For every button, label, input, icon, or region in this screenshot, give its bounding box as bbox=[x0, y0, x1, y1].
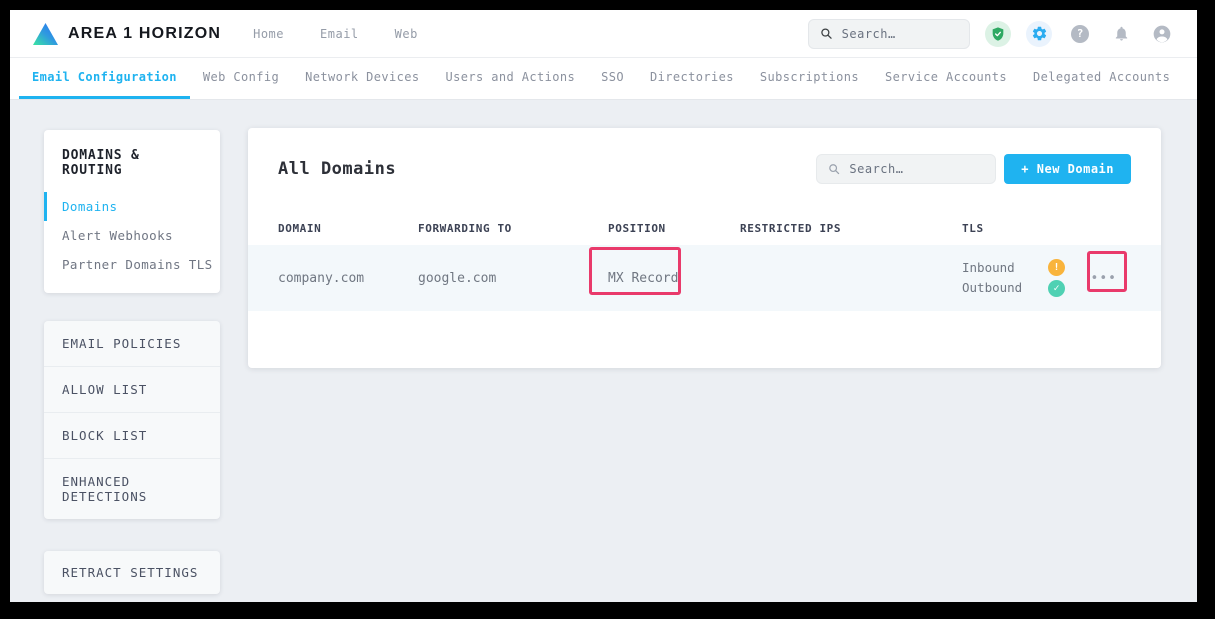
sidebar-item-email-policies[interactable]: EMAIL POLICIES bbox=[44, 321, 220, 367]
global-search-input[interactable] bbox=[842, 27, 958, 41]
content-area: DOMAINS & ROUTING Domains Alert Webhooks… bbox=[10, 100, 1197, 601]
new-domain-button[interactable]: + New Domain bbox=[1004, 154, 1131, 184]
sidebar-item-retract-settings[interactable]: RETRACT SETTINGS bbox=[44, 551, 220, 594]
tls-inbound-warning-icon: ! bbox=[1048, 259, 1065, 276]
row-actions-menu-button[interactable]: ••• bbox=[1091, 271, 1117, 286]
panel-header: All Domains + New Domain bbox=[248, 128, 1161, 184]
help-icon: ? bbox=[1071, 25, 1089, 43]
security-status-button[interactable] bbox=[985, 21, 1011, 47]
table-row: company.com google.com MX Record Inbound… bbox=[248, 245, 1161, 311]
global-search bbox=[808, 19, 970, 49]
shield-check-icon bbox=[990, 26, 1006, 42]
tls-labels: Inbound Outbound bbox=[962, 258, 1046, 298]
tls-status-icons: ! ✓ bbox=[1048, 259, 1065, 297]
page-title: All Domains bbox=[278, 159, 396, 179]
tab-users-and-actions[interactable]: Users and Actions bbox=[433, 58, 589, 99]
table-header: DOMAIN FORWARDING TO POSITION RESTRICTED… bbox=[248, 222, 1161, 235]
domains-routing-title: DOMAINS & ROUTING bbox=[44, 148, 220, 178]
column-header-domain: DOMAIN bbox=[278, 222, 418, 235]
domains-routing-card: DOMAINS & ROUTING Domains Alert Webhooks… bbox=[44, 130, 220, 293]
domain-search-input[interactable] bbox=[849, 162, 984, 176]
tab-web-config[interactable]: Web Config bbox=[190, 58, 292, 99]
nav-item-web[interactable]: Web bbox=[395, 27, 418, 41]
top-nav: Home Email Web bbox=[253, 27, 418, 41]
app-window: AREA 1 HORIZON Home Email Web bbox=[10, 10, 1197, 602]
nav-item-email[interactable]: Email bbox=[320, 27, 359, 41]
sidebar-item-block-list[interactable]: BLOCK LIST bbox=[44, 413, 220, 459]
all-domains-panel: All Domains + New Domain DOMAIN FORWARDI… bbox=[248, 128, 1161, 368]
column-header-forwarding-to: FORWARDING TO bbox=[418, 222, 608, 235]
brand: AREA 1 HORIZON bbox=[32, 22, 221, 46]
tab-email-configuration[interactable]: Email Configuration bbox=[19, 58, 190, 99]
column-header-restricted-ips: RESTRICTED IPS bbox=[740, 222, 962, 235]
sidebar-item-enhanced-detections[interactable]: ENHANCED DETECTIONS bbox=[44, 459, 220, 519]
help-button[interactable]: ? bbox=[1067, 21, 1093, 47]
account-button[interactable] bbox=[1149, 21, 1175, 47]
tls-outbound-ok-icon: ✓ bbox=[1048, 280, 1065, 297]
column-header-tls: TLS bbox=[962, 222, 1161, 235]
logo-triangle-icon bbox=[32, 22, 59, 46]
tls-inbound-label: Inbound bbox=[962, 258, 1046, 278]
sidebar: DOMAINS & ROUTING Domains Alert Webhooks… bbox=[44, 130, 220, 594]
notifications-button[interactable] bbox=[1108, 21, 1134, 47]
topbar-actions: ? bbox=[808, 19, 1175, 49]
tab-network-devices[interactable]: Network Devices bbox=[292, 58, 432, 99]
notifications-bell-icon bbox=[1113, 25, 1130, 42]
cell-position: MX Record bbox=[608, 271, 740, 286]
column-header-position: POSITION bbox=[608, 222, 740, 235]
tab-subscriptions[interactable]: Subscriptions bbox=[747, 58, 872, 99]
nav-item-home[interactable]: Home bbox=[253, 27, 284, 41]
tab-directories[interactable]: Directories bbox=[637, 58, 747, 99]
tab-service-accounts[interactable]: Service Accounts bbox=[872, 58, 1020, 99]
tls-outbound-label: Outbound bbox=[962, 278, 1046, 298]
tab-delegated-accounts[interactable]: Delegated Accounts bbox=[1020, 58, 1183, 99]
search-icon bbox=[820, 26, 833, 41]
sidebar-item-allow-list[interactable]: ALLOW LIST bbox=[44, 367, 220, 413]
settings-gear-icon bbox=[1031, 25, 1048, 42]
config-tabs: Email Configuration Web Config Network D… bbox=[10, 58, 1197, 100]
panel-actions: + New Domain bbox=[816, 154, 1131, 184]
settings-button[interactable] bbox=[1026, 21, 1052, 47]
tab-sso[interactable]: SSO bbox=[588, 58, 637, 99]
search-icon bbox=[828, 162, 840, 176]
cell-forwarding-to: google.com bbox=[418, 271, 608, 286]
sidebar-item-alert-webhooks[interactable]: Alert Webhooks bbox=[44, 221, 220, 250]
cell-tls: Inbound Outbound ! ✓ ••• bbox=[962, 258, 1161, 298]
sidebar-item-partner-domains-tls[interactable]: Partner Domains TLS bbox=[44, 250, 220, 279]
policies-card: EMAIL POLICIES ALLOW LIST BLOCK LIST ENH… bbox=[44, 321, 220, 519]
cell-domain: company.com bbox=[278, 271, 418, 286]
topbar: AREA 1 HORIZON Home Email Web bbox=[10, 10, 1197, 58]
domain-search bbox=[816, 154, 996, 184]
sidebar-item-domains[interactable]: Domains bbox=[44, 192, 220, 221]
account-icon bbox=[1152, 24, 1172, 44]
brand-name: AREA 1 HORIZON bbox=[68, 25, 221, 43]
